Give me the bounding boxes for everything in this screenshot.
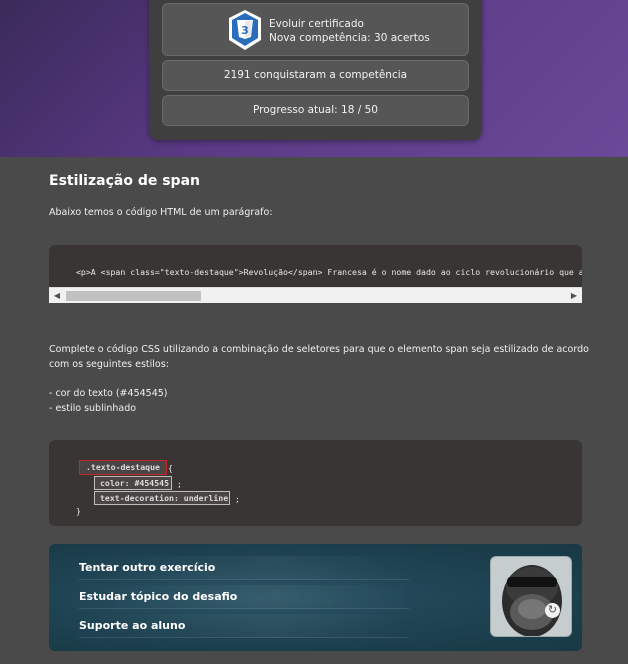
study-topic-link[interactable]: Estudar tópico do desafio <box>79 585 409 609</box>
css3-badge-icon: 3 <box>227 9 263 51</box>
color-property-slot[interactable]: color: #454545 <box>94 476 172 490</box>
horizontal-scrollbar[interactable]: ◀ ▶ <box>49 287 582 303</box>
instructor-video[interactable] <box>490 556 572 637</box>
exercise-title: Estilização de span <box>49 173 200 189</box>
student-support-link[interactable]: Suporte ao aluno <box>79 614 409 638</box>
scroll-left-icon[interactable]: ◀ <box>52 291 62 301</box>
selector-answer-slot[interactable]: .texto-destaque <box>79 460 167 475</box>
scrollbar-thumb[interactable] <box>66 291 201 301</box>
html-code-line: <p>A <span class="texto-destaque">Revolu… <box>76 267 582 277</box>
semicolon-1: ; <box>177 479 182 489</box>
conquered-count: 2191 conquistaram a competência <box>162 60 469 91</box>
semicolon-2: ; <box>235 494 240 504</box>
style-requirement-color: - cor do texto (#454545) <box>49 388 168 399</box>
certificate-title: Evoluir certificado <box>269 18 364 30</box>
brace-open: { <box>168 463 173 473</box>
decoration-property-slot[interactable]: text-decoration: underline <box>94 491 230 505</box>
progress-status: Progresso atual: 18 / 50 <box>162 95 469 126</box>
badge-digit: 3 <box>241 24 249 37</box>
instruction-line-2: com os seguintes estilos: <box>49 359 169 370</box>
certificate-subtitle: Nova competência: 30 acertos <box>269 32 430 44</box>
refresh-icon[interactable]: ↻ <box>545 603 560 618</box>
brace-close: } <box>76 506 81 516</box>
scroll-right-icon[interactable]: ▶ <box>569 291 579 301</box>
instruction-line-1: Complete o código CSS utilizando a combi… <box>49 344 589 355</box>
exercise-intro: Abaixo temos o código HTML de um parágra… <box>49 207 273 218</box>
css-code-block: .texto-destaque { color: #454545 ; text-… <box>49 440 582 526</box>
style-requirement-underline: - estilo sublinhado <box>49 403 137 414</box>
certificate-box: 3 Evoluir certificado Nova competência: … <box>162 3 469 56</box>
try-another-exercise-link[interactable]: Tentar outro exercício <box>79 556 409 580</box>
